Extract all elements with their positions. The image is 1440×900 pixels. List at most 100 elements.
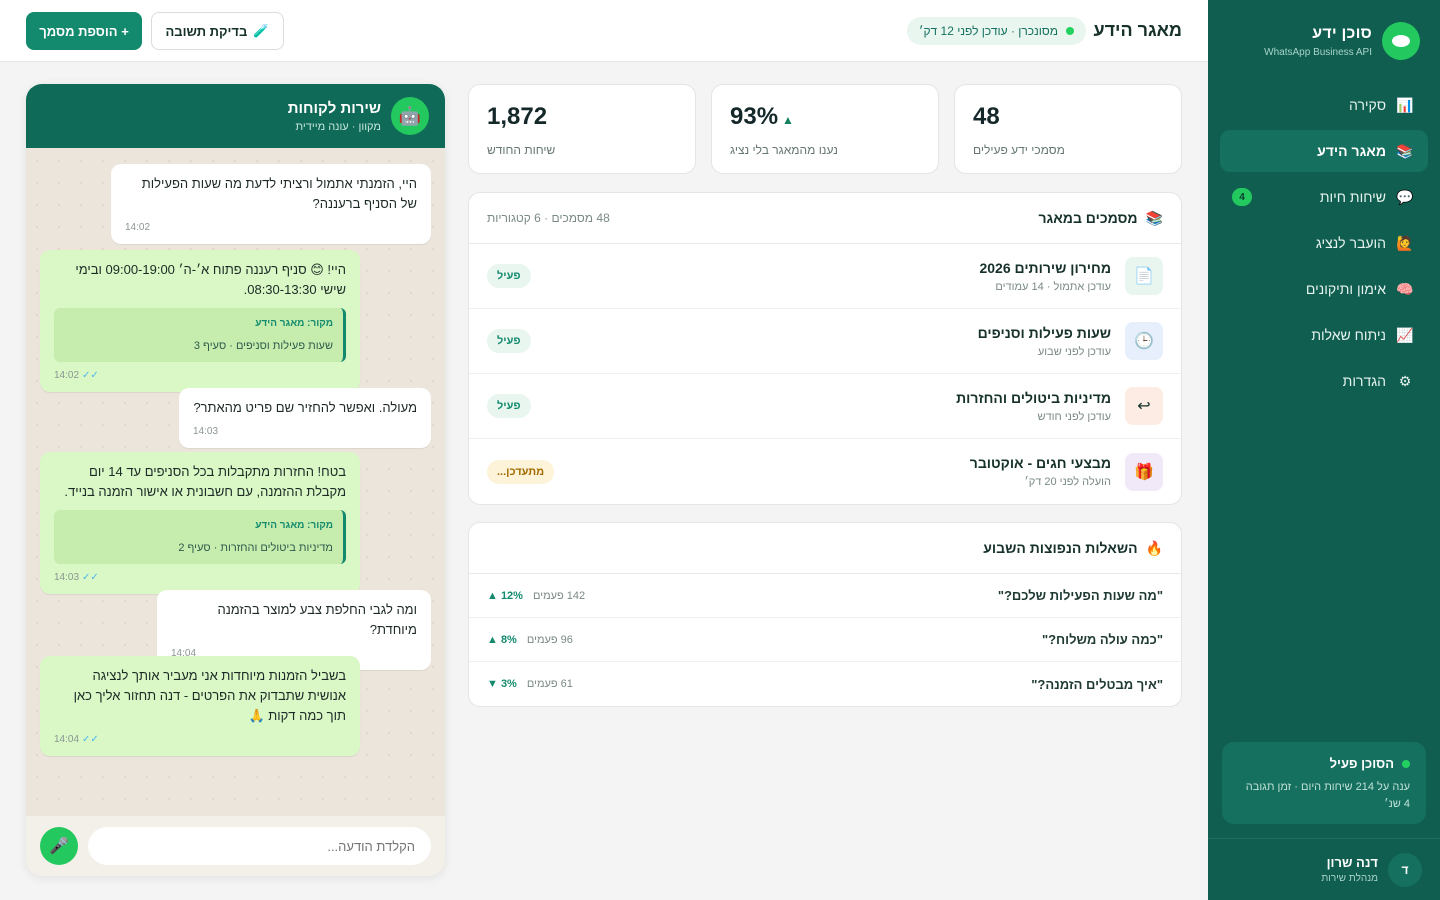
agent-status-title: הסוכן פעיל (1329, 756, 1394, 771)
sidebar-item-label: ניתוח שאלות (1311, 327, 1386, 343)
gear-icon: ⚙ (1398, 372, 1412, 389)
document-name: מבצעי חגים - אוקטובר (969, 455, 1111, 471)
status-dot-icon (1402, 759, 1410, 768)
document-name: מדיניות ביטולים והחזרות (956, 389, 1111, 406)
document-name: מחירון שירותים 2026 (979, 259, 1111, 276)
microphone-icon[interactable]: 🎤 (40, 827, 78, 865)
fire-icon: 🔥 (1145, 539, 1163, 556)
question-trend: ▲ 12% (487, 589, 523, 602)
document-name: שעות פעילות וסניפים (977, 324, 1111, 341)
profile-role: מנהלת שירות (1321, 873, 1378, 884)
source-citation[interactable]: מקור: מאגר הידע מדיניות ביטולים והחזרות … (54, 510, 346, 564)
sidebar-item-settings[interactable]: ⚙ הגדרות (1220, 360, 1428, 402)
list-item[interactable]: 🎁 מבצעי חגים - אוקטובר הועלה לפני 20 דק׳… (469, 439, 1181, 504)
table-row[interactable]: "איך מבטלים הזמנה?" ▼ 3% 61 פעמים (469, 662, 1181, 706)
stat-card-monthly-chats: 1,872 שיחות החודש (468, 84, 696, 174)
trend-up-icon: ▲ (782, 113, 794, 127)
test-answer-label: בדיקת תשובה (165, 23, 248, 39)
message-input[interactable] (88, 827, 431, 865)
chat-message-user: מעולה. ואפשר להחזיר שם פריט מהאתר? 14:03 (179, 388, 431, 448)
top-questions-panel: 🔥 השאלות הנפוצות השבוע "מה שעות הפעילות ש… (468, 522, 1182, 707)
question-count: 61 פעמים (526, 678, 573, 690)
sidebar-nav: 📊 סקירה 📚 מאגר הידע 💬 שיחות חיות 4 🙋 הוע… (1220, 84, 1428, 406)
brand-title: סוכן ידע (1312, 24, 1372, 42)
list-item[interactable]: ↩ מדיניות ביטולים והחזרות עודכן לפני חוד… (469, 374, 1181, 439)
user-profile[interactable]: ד דנה שרון מנהלת שירות (1208, 838, 1440, 900)
sync-status-badge: מסונכרן · עודכן לפני 12 דק׳ (906, 17, 1086, 45)
sidebar-item-analytics[interactable]: 📈 ניתוח שאלות (1220, 314, 1428, 356)
chat-message-bot: בשביל הזמנות מיוחדות אני מעביר אותך לנצי… (40, 656, 360, 756)
list-item[interactable]: 🕒 שעות פעילות וסניפים עודכן לפני שבוע פע… (469, 309, 1181, 374)
document-meta: הועלה לפני 20 דק׳ (1024, 476, 1111, 488)
message-text: היי, הזמנתי אתמול ורציתי לדעת מה שעות הפ… (141, 176, 417, 211)
test-tube-icon: 🧪 (253, 23, 270, 38)
sidebar-item-overview[interactable]: 📊 סקירה (1220, 84, 1428, 126)
message-text: היי! 😊 סניף רעננה פתוח א׳-ה׳ 09:00-19:00… (75, 262, 346, 297)
sidebar-item-label: הגדרות (1342, 373, 1386, 389)
status-badge: פעיל (487, 394, 531, 418)
documents-title: מסמכים במאגר (1038, 210, 1138, 226)
stat-label: נענו מהמאגר בלי נציג (730, 143, 838, 157)
status-badge: פעיל (487, 264, 531, 288)
brain-icon: 🧠 (1396, 280, 1414, 297)
status-badge: מתעדכן... (487, 459, 555, 484)
page-title: מאגר הידע (1093, 20, 1182, 40)
question-text: "כמה עולה משלוח?" (1041, 632, 1163, 647)
stat-card-active-docs: 48 מסמכי ידע פעילים (954, 84, 1182, 174)
profile-name: דנה שרון (1326, 855, 1378, 870)
question-text: "מה שעות הפעילות שלכם?" (997, 588, 1163, 603)
test-answer-button[interactable]: 🧪 בדיקת תשובה (151, 12, 284, 50)
question-trend: ▼ 3% (487, 678, 517, 690)
source-title: מקור: מאגר הידע (255, 520, 333, 531)
bar-chart-icon: 📊 (1396, 96, 1414, 113)
stat-label: שיחות החודש (487, 143, 556, 157)
document-meta: עודכן לפני חודש (1037, 410, 1111, 423)
status-dot-icon (1066, 27, 1074, 35)
sidebar-item-live-chats[interactable]: 💬 שיחות חיות 4 (1220, 176, 1428, 218)
stat-card-self-answered: ▲93% נענו מהמאגר בלי נציג (711, 84, 939, 174)
clock-icon: 🕒 (1125, 322, 1163, 360)
sidebar-item-label: סקירה (1348, 97, 1386, 113)
double-check-icon: ✓✓ (82, 572, 99, 583)
person-raising-hand-icon: 🙋 (1396, 234, 1414, 251)
agent-status-summary: ענה על 214 שיחות היום · זמן תגובה 4 שנ׳ (1245, 781, 1410, 810)
whatsapp-logo-icon (1382, 22, 1420, 60)
chat-header: 🤖 שירות לקוחות מקוון · עונה מיידית (26, 84, 445, 148)
message-time: 14:04 (54, 734, 80, 745)
chat-message-bot: בטח! החזרות מתקבלות בכל הסניפים עד 14 יו… (40, 452, 360, 594)
message-time: 14:03 (54, 572, 80, 583)
return-arrow-icon: ↩ (1125, 387, 1163, 425)
books-icon: 📚 (1396, 142, 1414, 159)
double-check-icon: ✓✓ (82, 370, 99, 381)
sidebar: סוכן ידע WhatsApp Business API 📊 סקירה 📚… (1208, 0, 1440, 900)
source-title: מקור: מאגר הידע (255, 318, 333, 329)
message-text: בשביל הזמנות מיוחדות אני מעביר אותך לנצי… (73, 668, 346, 723)
stat-label: מסמכי ידע פעילים (973, 143, 1065, 157)
message-composer: 🎤 (26, 816, 445, 876)
sidebar-item-handoff[interactable]: 🙋 הועבר לנציג (1220, 222, 1428, 264)
chat-status: מקוון · עונה מיידית (295, 120, 381, 133)
sidebar-item-knowledge-base[interactable]: 📚 מאגר הידע (1220, 130, 1428, 172)
speech-bubble-icon: 💬 (1396, 188, 1414, 205)
message-time: 14:02 (125, 222, 151, 233)
list-item[interactable]: 📄 מחירון שירותים 2026 עודכן אתמול · 14 ע… (469, 244, 1181, 309)
source-reference: מדיניות ביטולים והחזרות · סעיף 2 (178, 542, 333, 554)
table-row[interactable]: "מה שעות הפעילות שלכם?" ▲ 12% 142 פעמים (469, 574, 1181, 618)
document-meta: עודכן אתמול · 14 עמודים (995, 280, 1111, 293)
chat-name: שירות לקוחות (287, 99, 381, 117)
agent-status-card: הסוכן פעיל ענה על 214 שיחות היום · זמן ת… (1222, 742, 1426, 824)
document-icon: 📄 (1125, 257, 1163, 295)
topbar: מאגר הידע מסונכרן · עודכן לפני 12 דק׳ 🧪 … (0, 0, 1208, 62)
questions-title: השאלות הנפוצות השבוע (983, 540, 1138, 556)
source-citation[interactable]: מקור: מאגר הידע שעות פעילות וסניפים · סע… (54, 308, 346, 362)
question-text: "איך מבטלים הזמנה?" (1031, 676, 1163, 692)
document-meta: עודכן לפני שבוע (1037, 345, 1111, 358)
question-trend: ▲ 8% (487, 633, 517, 646)
add-document-button[interactable]: + הוספת מסמך (26, 12, 142, 50)
question-count: 96 פעמים (526, 633, 573, 646)
documents-panel: 📚 מסמכים במאגר 48 מסמכים · 6 קטגוריות 📄 מ… (468, 192, 1182, 505)
avatar: ד (1388, 852, 1422, 887)
sidebar-item-training[interactable]: 🧠 אימון ותיקונים (1220, 268, 1428, 310)
table-row[interactable]: "כמה עולה משלוח?" ▲ 8% 96 פעמים (469, 618, 1181, 662)
documents-meta: 48 מסמכים · 6 קטגוריות (487, 211, 610, 225)
